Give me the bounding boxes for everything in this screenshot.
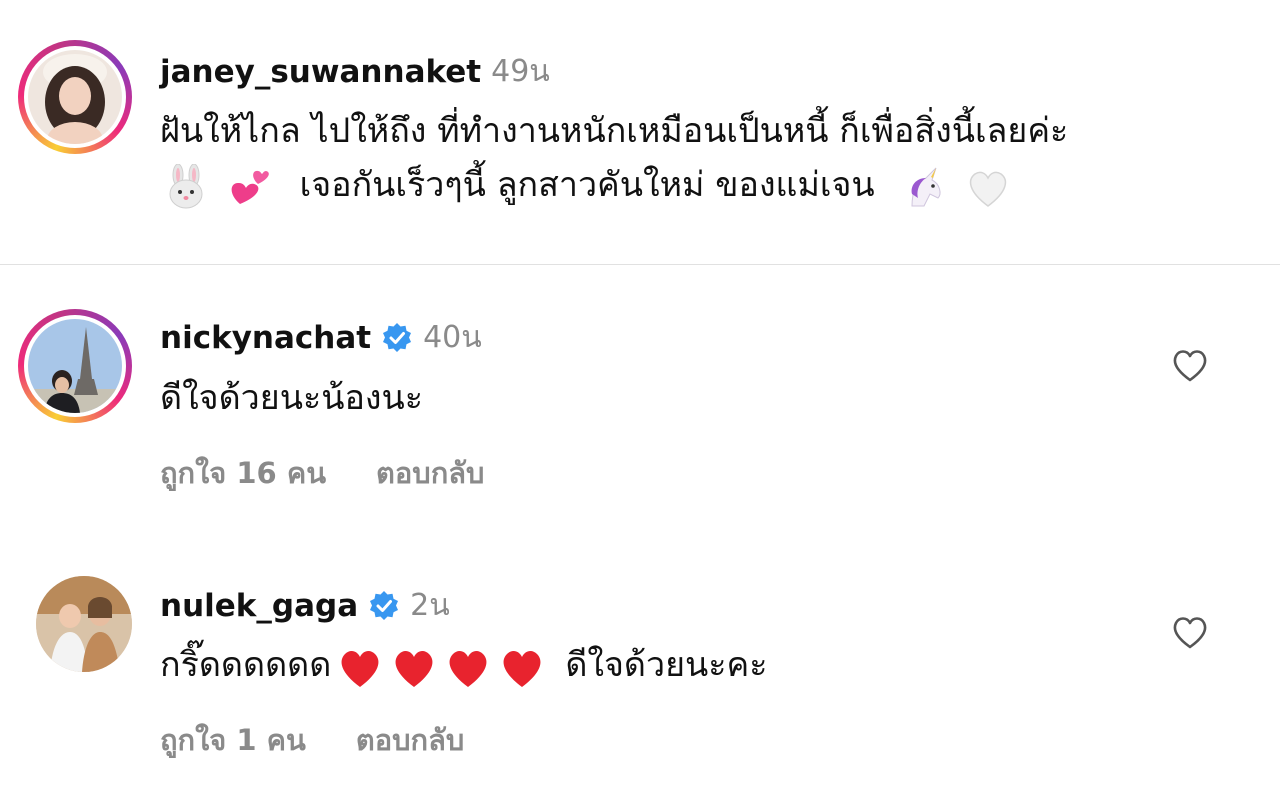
caption-line-2: เจอกันเร็วๆนี้ ลูกสาวคันใหม่ ของแม่เจน [160, 157, 1014, 213]
avatar-janey[interactable] [18, 40, 132, 154]
likes-count[interactable]: ถูกใจ 1 คน [160, 717, 306, 763]
divider [0, 264, 1280, 265]
comment-text: ดีใจด้วยนะน้องนะ [160, 378, 423, 418]
timestamp: 49น [491, 54, 550, 89]
caption-comment: janey_suwannaket 49น ฝันให้ไกล ไปให้ถึง … [0, 0, 1280, 264]
timestamp: 2น [410, 588, 450, 623]
like-heart-icon[interactable] [1170, 345, 1210, 385]
comment-header: nickynachat 40น [160, 314, 482, 361]
unicorn-icon [902, 164, 948, 210]
avatar-image [28, 50, 122, 144]
comment-actions: ถูกใจ 1 คน ตอบกลับ [160, 717, 464, 763]
two-hearts-icon [226, 164, 272, 210]
white-heart-icon [965, 164, 1011, 210]
avatar-nulek-gaga[interactable] [36, 576, 132, 672]
red-heart-icon [443, 644, 489, 690]
comment-actions: ถูกใจ 16 คน ตอบกลับ [160, 450, 484, 496]
username[interactable]: nulek_gaga [160, 588, 358, 624]
red-heart-icon [389, 644, 435, 690]
comment-header: nulek_gaga 2น [160, 582, 450, 629]
rabbit-face-icon [163, 163, 209, 210]
reply-button[interactable]: ตอบกลับ [356, 717, 464, 763]
verified-badge-icon [381, 322, 413, 354]
comment-text-before: กริ๊ดดดดดด [160, 645, 332, 685]
red-heart-icon [335, 644, 381, 690]
like-heart-icon[interactable] [1170, 612, 1210, 652]
username[interactable]: janey_suwannaket [160, 54, 481, 90]
username[interactable]: nickynachat [160, 320, 371, 356]
avatar-nickynachat[interactable] [18, 309, 132, 423]
likes-count[interactable]: ถูกใจ 16 คน [160, 450, 326, 496]
red-heart-icon [497, 644, 543, 690]
avatar-image [28, 319, 122, 413]
timestamp: 40น [423, 320, 482, 355]
verified-badge-icon [368, 590, 400, 622]
caption-line-1: ฝันให้ไกล ไปให้ถึง ที่ทำงานหนักเหมือนเป็… [160, 111, 1069, 151]
caption-header: janey_suwannaket 49น [160, 48, 550, 95]
caption-line-2-text: เจอกันเร็วๆนี้ ลูกสาวคันใหม่ ของแม่เจน [299, 165, 875, 205]
reply-button[interactable]: ตอบกลับ [376, 450, 484, 496]
comment-text: กริ๊ดดดดดด ดีใจด้วยนะคะ [160, 637, 768, 693]
comment-text-after: ดีใจด้วยนะคะ [565, 645, 768, 685]
